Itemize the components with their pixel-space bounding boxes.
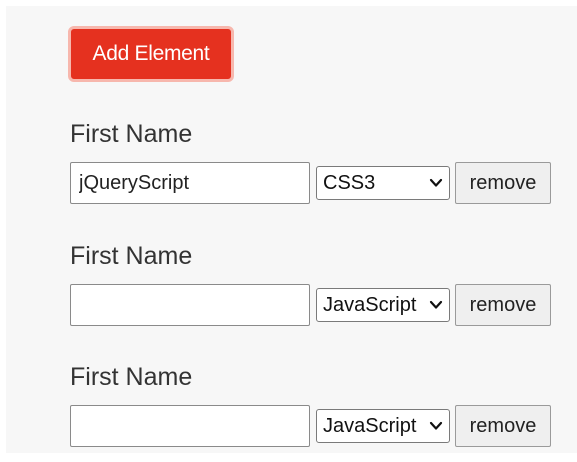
first-name-input[interactable] — [70, 284, 310, 326]
first-name-label: First Name — [70, 242, 193, 270]
form-row: First Name JavaScript remove — [70, 362, 560, 462]
remove-button[interactable]: remove — [455, 405, 551, 447]
remove-button[interactable]: remove — [455, 284, 551, 326]
chevron-down-icon — [429, 300, 443, 309]
language-select[interactable]: JavaScript — [316, 409, 450, 443]
form-row: First Name JavaScript remove — [70, 241, 560, 341]
first-name-label: First Name — [70, 120, 193, 148]
language-select-value: CSS3 — [323, 172, 376, 194]
language-select[interactable]: JavaScript — [316, 288, 450, 322]
first-name-label: First Name — [70, 363, 193, 391]
language-select[interactable]: CSS3 — [316, 166, 450, 200]
language-select-value: JavaScript — [323, 415, 417, 437]
remove-button[interactable]: remove — [455, 162, 551, 204]
first-name-input[interactable] — [70, 162, 310, 204]
first-name-input[interactable] — [70, 405, 310, 447]
add-element-button[interactable]: Add Element — [68, 26, 234, 82]
form-row: First Name CSS3 remove — [70, 119, 560, 219]
language-select-value: JavaScript — [323, 294, 417, 316]
chevron-down-icon — [429, 421, 443, 430]
chevron-down-icon — [429, 178, 443, 187]
